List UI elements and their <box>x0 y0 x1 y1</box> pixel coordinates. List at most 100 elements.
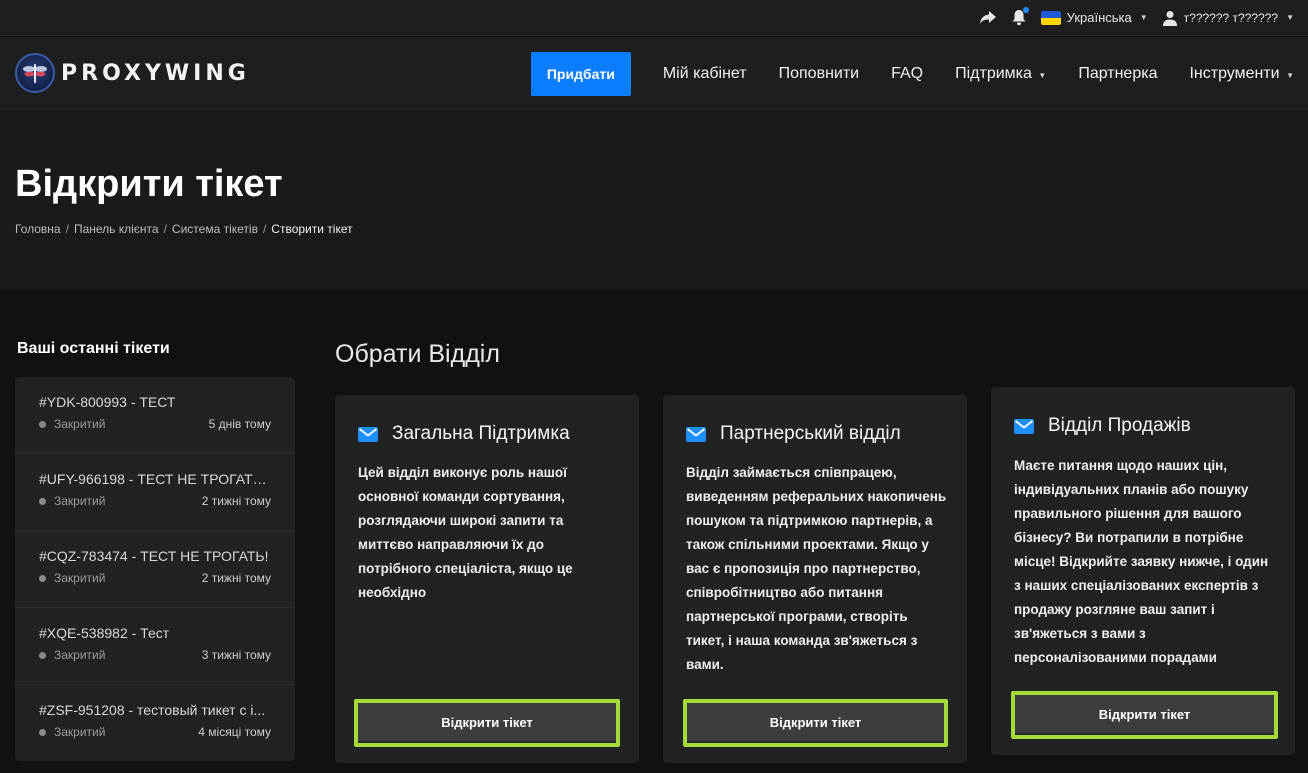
description-line: необхідно <box>358 585 427 600</box>
description-line: індивідуальних планів або пошуку <box>1014 482 1249 497</box>
description-line: виведенням реферальних накопичень <box>686 489 947 504</box>
open-ticket-button[interactable]: Відкрити тікет <box>358 703 616 743</box>
ticket-status: Закритий <box>54 494 106 508</box>
department-description: Маєте питання щодо наших цін, індивідуал… <box>1014 454 1268 670</box>
open-ticket-button[interactable]: Відкрити тікет <box>1015 695 1274 735</box>
user-menu[interactable]: т?????? т?????? ▼ <box>1162 10 1294 26</box>
description-line: потрібного спеціаліста, якщо це <box>358 561 573 576</box>
description-line: Відділ займається співпрацею, <box>686 465 897 480</box>
ticket-title: #ZSF-951208 - тестовый тикет с і... <box>39 702 266 718</box>
ticket-title: #YDK-800993 - ТЕСТ <box>39 394 176 410</box>
open-ticket-highlight: Відкрити тікет <box>1011 691 1278 739</box>
ticket-title: #UFY-966198 - ТЕСТ НЕ ТРОГАТЬ2! <box>39 471 271 487</box>
chevron-down-icon: ▼ <box>1038 71 1047 80</box>
open-ticket-button[interactable]: Відкрити тікет <box>687 703 944 743</box>
description-line: співробітництво або питання <box>686 585 883 600</box>
ukraine-flag-icon <box>1040 10 1061 25</box>
ticket-status: Закритий <box>54 648 106 662</box>
ticket-item[interactable]: #UFY-966198 - ТЕСТ НЕ ТРОГАТЬ2! Закритий… <box>15 454 295 531</box>
page-title: Відкрити тікет <box>15 163 283 205</box>
ticket-item[interactable]: #XQE-538982 - Тест Закритий 3 тижні тому <box>15 608 295 685</box>
description-line: зв'яжеться з вами з <box>1014 626 1146 641</box>
chevron-down-icon: ▼ <box>1139 13 1148 22</box>
breadcrumb: Головна / Панель клієнта / Система тікет… <box>15 222 353 236</box>
breadcrumb-separator: / <box>262 222 267 236</box>
ticket-title: #CQZ-783474 - ТЕСТ НЕ ТРОГАТЬ! <box>39 548 269 564</box>
buy-button[interactable]: Придбати <box>530 52 631 96</box>
ticket-status: Закритий <box>54 417 106 431</box>
department-name: Партнерський відділ <box>720 423 901 444</box>
description-line: основної команди сортування, <box>358 489 565 504</box>
description-line: бізнесу? Ви потрапили в потрібне <box>1014 530 1244 545</box>
nav-cabinet[interactable]: Мій кабінет <box>663 65 747 83</box>
nav-support[interactable]: Підтримка ▼ <box>955 65 1046 83</box>
description-line: Цей відділ виконує роль нашої <box>358 465 567 480</box>
envelope-icon <box>358 426 378 442</box>
ticket-item[interactable]: #CQZ-783474 - ТЕСТ НЕ ТРОГАТЬ! Закритий … <box>15 531 295 608</box>
description-line: вас є пропозиція про партнерство, <box>686 561 921 576</box>
user-name: т?????? т?????? <box>1183 10 1279 25</box>
language-label: Українська <box>1066 10 1132 25</box>
department-description: Цей відділ виконує роль нашої основної к… <box>358 461 573 605</box>
chevron-down-icon: ▼ <box>1286 13 1294 22</box>
page-hero: Відкрити тікет Головна / Панель клієнта … <box>0 111 1308 289</box>
department-card-sales: Відділ Продажів Маєте питання щодо наших… <box>991 387 1295 755</box>
status-dot <box>39 651 46 659</box>
breadcrumb-client-area[interactable]: Панель клієнта <box>74 222 159 236</box>
open-ticket-highlight: Відкрити тікет <box>354 699 620 747</box>
ticket-time: 2 тижні тому <box>201 571 271 585</box>
notification-dot <box>1022 7 1029 13</box>
nav-faq[interactable]: FAQ <box>891 65 923 83</box>
department-name: Загальна Підтримка <box>392 423 570 444</box>
breadcrumb-ticket-system[interactable]: Система тікетів <box>172 222 258 236</box>
nav-tools[interactable]: Інструменти ▼ <box>1189 65 1294 83</box>
nav-partner[interactable]: Партнерка <box>1078 65 1157 83</box>
breadcrumb-separator: / <box>65 222 69 236</box>
description-line: місце! Відкрийте заявку нижче, і один <box>1014 554 1269 569</box>
recent-tickets-list: #YDK-800993 - ТЕСТ Закритий 5 днів тому … <box>15 377 295 761</box>
description-line: з наших спеціалізованих експертів з <box>1014 578 1259 593</box>
description-line: Маєте питання щодо наших цін, <box>1014 458 1228 473</box>
language-selector[interactable]: Українська ▼ <box>1040 10 1148 25</box>
share-button[interactable] <box>979 10 997 26</box>
description-line: вами. <box>686 657 724 672</box>
department-section-title: Обрати Відділ <box>335 340 500 368</box>
status-dot <box>39 728 46 736</box>
recent-tickets-title: Ваші останні тікети <box>17 340 170 357</box>
share-icon <box>979 10 996 24</box>
breadcrumb-separator: / <box>163 222 167 236</box>
ticket-time: 4 місяці тому <box>198 725 271 739</box>
ticket-item[interactable]: #ZSF-951208 - тестовый тикет с і... Закр… <box>15 685 295 761</box>
envelope-icon <box>686 426 706 442</box>
description-line: також спільними проектами. Якщо у <box>686 537 929 552</box>
open-ticket-highlight: Відкрити тікет <box>683 699 948 747</box>
nav-support-label: Підтримка <box>955 65 1032 82</box>
department-card-partner: Партнерський відділ Відділ займається сп… <box>663 395 967 763</box>
nav-topup[interactable]: Поповнити <box>779 65 860 83</box>
envelope-icon <box>1014 418 1034 434</box>
description-line: персоналізованими порадами <box>1014 650 1217 665</box>
department-name: Відділ Продажів <box>1048 415 1191 436</box>
ticket-time: 3 тижні тому <box>201 648 271 662</box>
ticket-time: 2 тижні тому <box>201 494 271 508</box>
top-utility-bar: Українська ▼ т?????? т?????? ▼ <box>0 0 1308 36</box>
notifications-button[interactable] <box>1011 7 1029 26</box>
status-dot <box>39 497 46 505</box>
ticket-item[interactable]: #YDK-800993 - ТЕСТ Закритий 5 днів тому <box>15 377 295 454</box>
user-icon <box>1162 10 1177 26</box>
description-line: тикет, і наша команда зв'яжеться з <box>686 633 918 648</box>
description-line: правильного рішення для вашого <box>1014 506 1242 521</box>
description-line: партнерської програми, створіть <box>686 609 908 624</box>
description-line: розглядаючи широкі запити та <box>358 513 564 528</box>
ticket-status: Закритий <box>54 725 106 739</box>
brand-logo[interactable]: PROXYWING <box>15 53 250 93</box>
department-description: Відділ займається співпрацею, виведенням… <box>686 461 946 677</box>
description-line: продажу розгляне ваш запит і <box>1014 602 1215 617</box>
ticket-status: Закритий <box>54 571 106 585</box>
description-line: миттєво направляючи їх до <box>358 537 545 552</box>
nav-links: Придбати Мій кабінет Поповнити FAQ Підтр… <box>530 52 1294 96</box>
brand-name: PROXYWING <box>61 60 250 86</box>
breadcrumb-home[interactable]: Головна <box>15 222 61 236</box>
department-card-general: Загальна Підтримка Цей відділ виконує ро… <box>335 395 639 763</box>
breadcrumb-current: Створити тікет <box>271 222 353 236</box>
